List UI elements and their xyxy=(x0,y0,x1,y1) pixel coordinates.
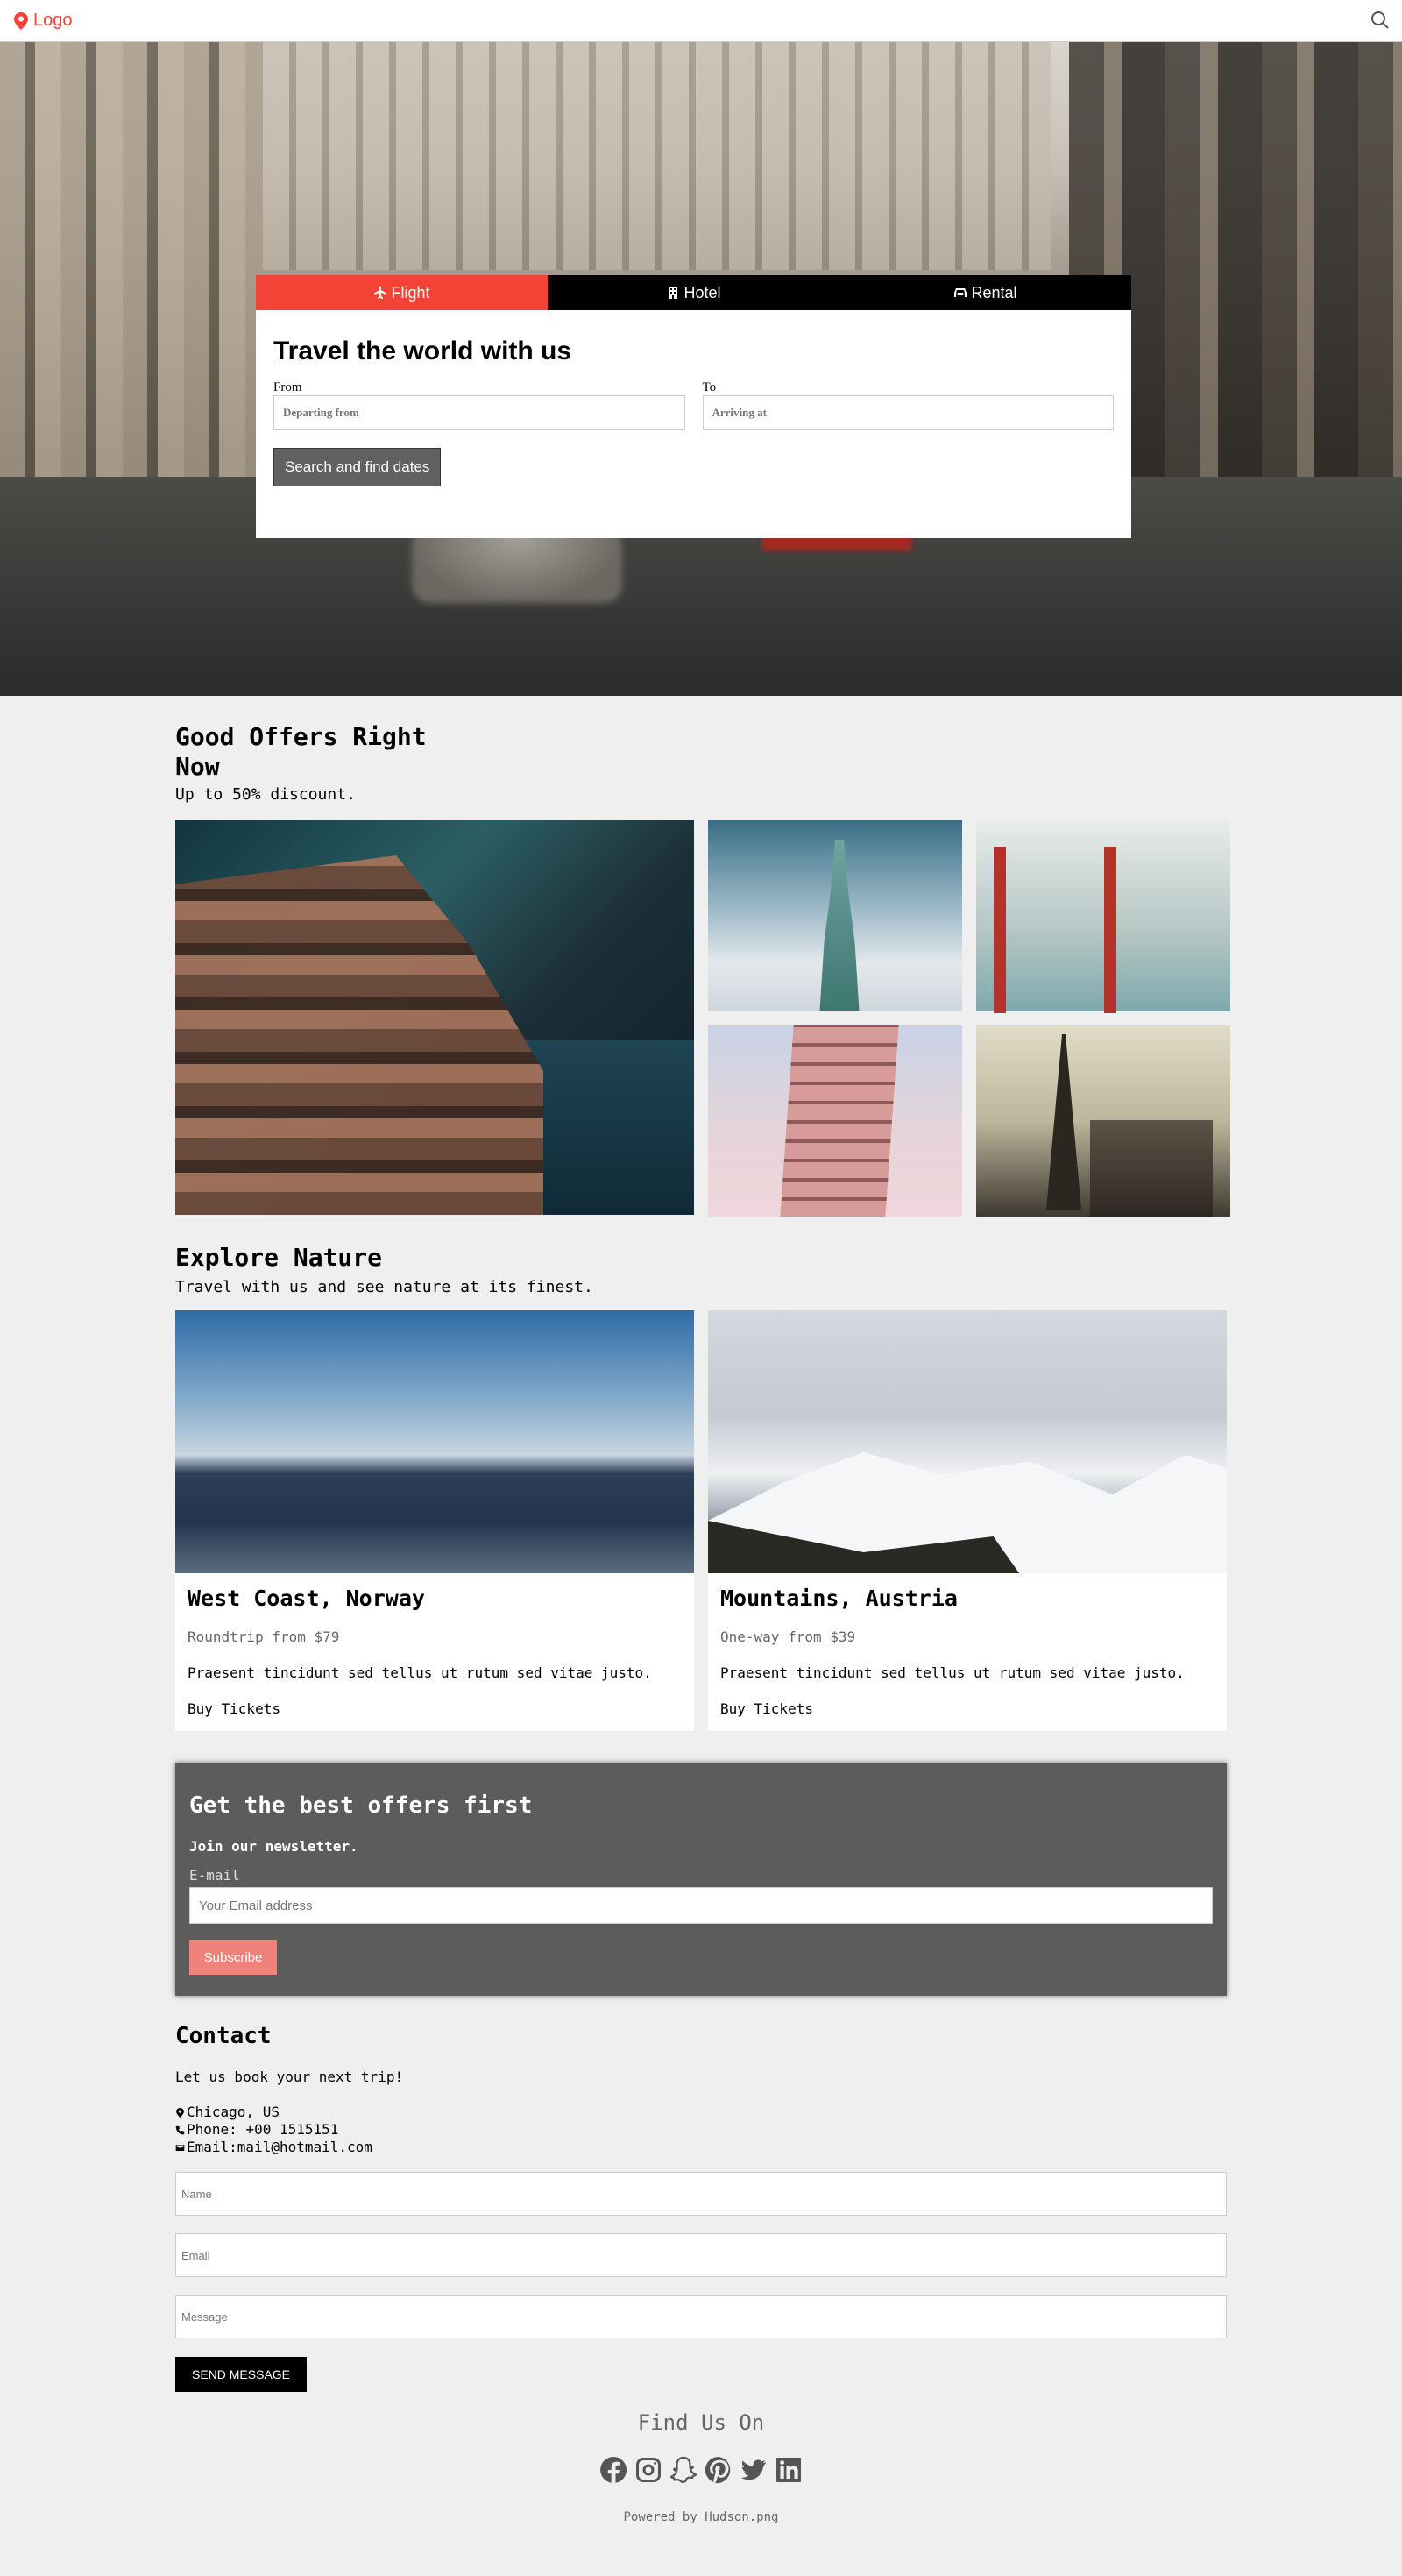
tab-rental-label: Rental xyxy=(971,283,1017,302)
twitter-icon[interactable] xyxy=(740,2456,768,2484)
from-input[interactable] xyxy=(273,395,685,430)
card-description: Praesent tincidunt sed tellus ut rutum s… xyxy=(720,1664,1185,1681)
top-bar: Logo xyxy=(0,0,1402,42)
offers-title: Good Offers Right Now xyxy=(175,722,427,781)
norway-coast-image xyxy=(175,1310,694,1573)
phone-icon xyxy=(175,2125,185,2134)
contact-location: Chicago, US xyxy=(187,2104,280,2120)
hero-banner: Flight Hotel Rental Travel the world wit… xyxy=(0,42,1402,696)
booking-title: Travel the world with us xyxy=(273,337,572,365)
to-label: To xyxy=(702,380,717,394)
contact-email-input[interactable] xyxy=(175,2233,1227,2277)
houses-shape xyxy=(175,855,543,1215)
powered-by: Powered by Hudson.png xyxy=(623,2510,779,2524)
statue-shape xyxy=(819,840,860,1011)
to-field-group: To xyxy=(702,380,1114,430)
nature-title: Explore Nature xyxy=(175,1243,383,1272)
tower-shape xyxy=(780,1025,899,1217)
contact-phone-row: Phone: +00 1515151 xyxy=(175,2121,372,2139)
hero-building-middle xyxy=(263,42,1052,270)
facebook-icon[interactable] xyxy=(599,2456,627,2484)
contact-email: Email:mail@hotmail.com xyxy=(187,2139,372,2155)
card-description: Praesent tincidunt sed tellus ut rutum s… xyxy=(188,1664,652,1681)
offers-subtitle: Up to 50% discount. xyxy=(175,785,356,804)
card-title: West Coast, Norway xyxy=(188,1586,425,1611)
find-us-title: Find Us On xyxy=(637,2410,765,2435)
card-price: One-way from $39 xyxy=(720,1629,856,1645)
hero-building-left xyxy=(0,42,263,533)
bridge-shape xyxy=(994,847,1116,1013)
tab-flight-label: Flight xyxy=(391,283,430,302)
cliff-village-image xyxy=(175,820,694,1215)
map-marker-icon xyxy=(176,2107,184,2118)
nature-subtitle: Travel with us and see nature at its fin… xyxy=(175,1278,593,1296)
eiffel-tower-image xyxy=(976,1025,1230,1217)
logo-label: Logo xyxy=(33,11,73,30)
newsletter-subtitle: Join our newsletter. xyxy=(189,1838,358,1855)
subscribe-button[interactable]: Subscribe xyxy=(189,1940,277,1975)
car-icon xyxy=(954,288,967,297)
tab-rental[interactable]: Rental xyxy=(839,275,1131,310)
newsletter-email-label: E-mail xyxy=(189,1867,240,1884)
offers-gallery xyxy=(175,820,1230,1217)
contact-name-input[interactable] xyxy=(175,2172,1227,2216)
instagram-icon[interactable] xyxy=(634,2456,662,2484)
nature-card: Mountains, Austria One-way from $39 Prae… xyxy=(708,1310,1227,1731)
contact-phone: Phone: +00 1515151 xyxy=(187,2121,339,2138)
austria-mountains-image xyxy=(708,1310,1227,1573)
contact-info: Chicago, US Phone: +00 1515151 Email:mai… xyxy=(175,2104,372,2156)
nature-card: West Coast, Norway Roundtrip from $79 Pr… xyxy=(175,1310,694,1731)
map-marker-icon xyxy=(14,11,28,30)
booking-fields: From To xyxy=(273,380,1114,430)
statue-of-liberty-image xyxy=(708,820,962,1011)
newsletter-panel: Get the best offers first Join our newsl… xyxy=(175,1763,1227,1996)
tab-flight[interactable]: Flight xyxy=(256,275,548,310)
from-label: From xyxy=(273,380,302,394)
send-message-button[interactable]: SEND MESSAGE xyxy=(175,2357,307,2392)
social-links xyxy=(599,2456,803,2484)
contact-location-row: Chicago, US xyxy=(175,2104,372,2121)
plane-icon xyxy=(374,286,387,299)
to-input[interactable] xyxy=(702,395,1114,430)
tab-hotel[interactable]: Hotel xyxy=(548,275,839,310)
contact-email-row: Email:mail@hotmail.com xyxy=(175,2139,372,2156)
booking-form: Travel the world with us From To Search … xyxy=(256,310,1131,486)
eiffel-shape xyxy=(1046,1034,1081,1210)
tab-hotel-label: Hotel xyxy=(683,283,721,302)
card-price: Roundtrip from $79 xyxy=(188,1629,340,1645)
logo[interactable]: Logo xyxy=(14,11,73,31)
contact-tagline: Let us book your next trip! xyxy=(175,2069,404,2085)
newsletter-email-input[interactable] xyxy=(189,1887,1213,1924)
card-body: Mountains, Austria One-way from $39 Prae… xyxy=(708,1573,1227,1717)
card-title: Mountains, Austria xyxy=(720,1586,958,1611)
building-shape xyxy=(1090,1120,1213,1217)
from-field-group: From xyxy=(273,380,685,430)
envelope-icon xyxy=(175,2144,185,2151)
contact-title: Contact xyxy=(175,2023,272,2049)
buy-tickets-link[interactable]: Buy Tickets xyxy=(720,1700,813,1717)
booking-panel: Flight Hotel Rental Travel the world wit… xyxy=(256,275,1131,538)
golden-gate-bridge-image xyxy=(976,820,1230,1013)
sea-shape xyxy=(519,1040,694,1215)
newsletter-title: Get the best offers first xyxy=(189,1792,533,1819)
linkedin-icon[interactable] xyxy=(775,2456,803,2484)
snapchat-icon[interactable] xyxy=(669,2456,697,2484)
leaning-tower-image xyxy=(708,1025,962,1217)
search-icon[interactable] xyxy=(1370,11,1390,30)
search-dates-button[interactable]: Search and find dates xyxy=(273,448,442,486)
booking-tabs: Flight Hotel Rental xyxy=(256,275,1131,310)
pinterest-icon[interactable] xyxy=(705,2456,733,2484)
card-body: West Coast, Norway Roundtrip from $79 Pr… xyxy=(175,1573,694,1717)
building-icon xyxy=(669,287,678,299)
contact-message-input[interactable] xyxy=(175,2295,1227,2338)
buy-tickets-link[interactable]: Buy Tickets xyxy=(188,1700,280,1717)
